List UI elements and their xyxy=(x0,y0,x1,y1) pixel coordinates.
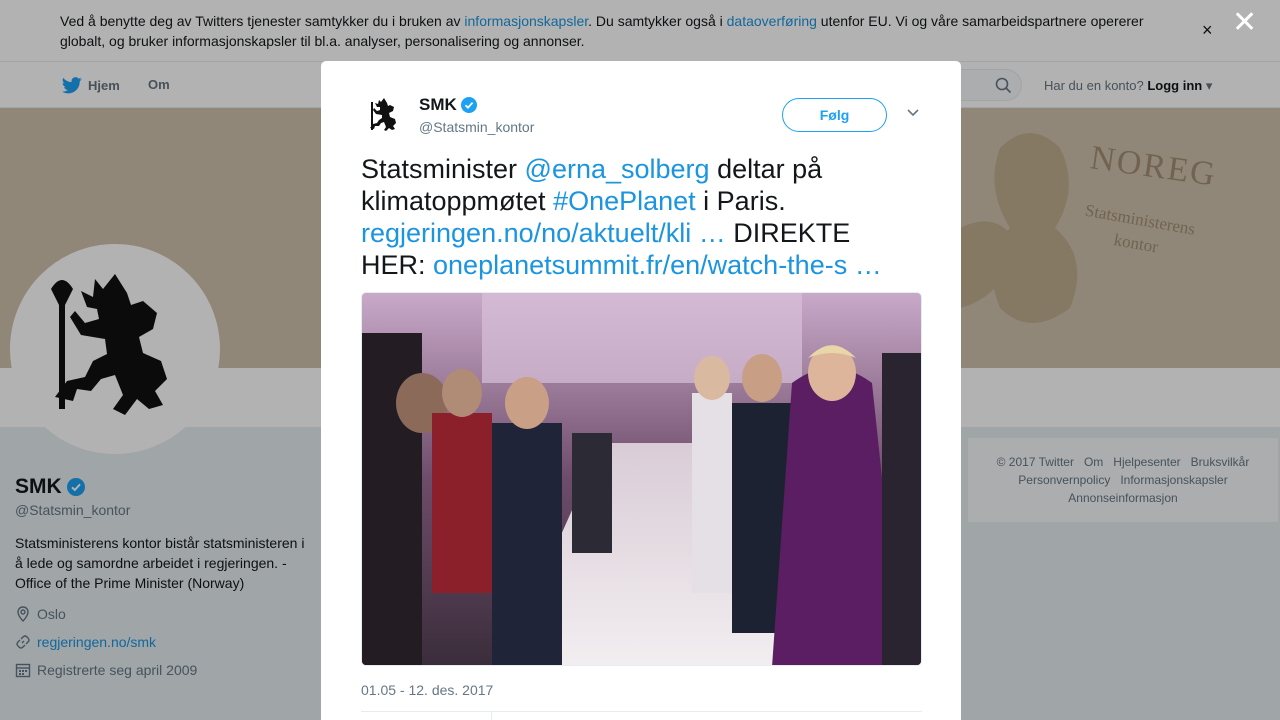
tweet-author-text: SMK xyxy=(419,95,457,114)
tweet-text-part: Statsminister xyxy=(361,154,525,184)
tweet-photo[interactable] xyxy=(361,292,922,666)
mention-link[interactable]: @erna_solberg xyxy=(525,154,710,184)
hashtag-link[interactable]: #OnePlanet xyxy=(553,186,696,216)
verified-badge-icon xyxy=(460,97,477,113)
tweet-author-avatar[interactable] xyxy=(361,93,407,139)
tweet-author-handle[interactable]: @Statsmin_kontor xyxy=(419,119,534,135)
tweet-text-part: i Paris. xyxy=(695,186,786,216)
divider xyxy=(361,711,922,712)
livestream-link[interactable]: oneplanetsummit.fr/en/watch-the-s … xyxy=(433,250,882,280)
follow-button[interactable]: Følg xyxy=(782,98,887,132)
tweet-author-name[interactable]: SMK xyxy=(419,95,477,115)
close-icon[interactable]: ✕ xyxy=(1232,8,1257,38)
tweet-text: Statsminister @erna_solberg deltar på kl… xyxy=(361,153,921,281)
tweet-modal: SMK @Statsmin_kontor Følg Statsminister … xyxy=(321,61,961,720)
article-link[interactable]: regjeringen.no/no/aktuelt/kli … xyxy=(361,218,726,248)
tweet-timestamp[interactable]: 01.05 - 12. des. 2017 xyxy=(361,682,493,698)
event-photo-illustration xyxy=(362,293,921,665)
divider xyxy=(491,711,492,720)
chevron-down-icon[interactable] xyxy=(907,109,919,117)
